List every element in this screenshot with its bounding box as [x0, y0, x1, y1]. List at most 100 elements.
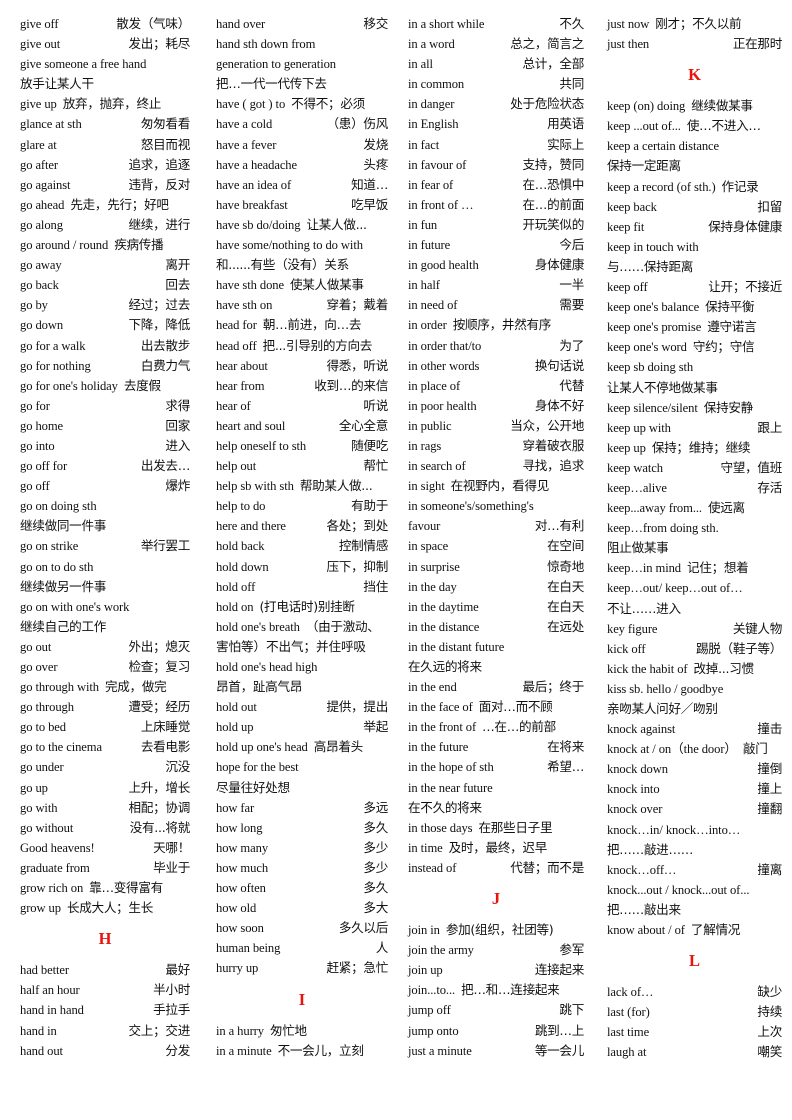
phrase-chinese: 放手让某人干	[20, 76, 94, 92]
phrase-entry: in need of 需要	[408, 295, 584, 315]
phrase-chinese: 对…有利	[534, 518, 584, 534]
phrase-chinese: 守约；守信	[692, 339, 755, 355]
phrase-entry: knock down 撞倒	[607, 759, 782, 779]
phrase-english: in all	[408, 57, 433, 72]
phrase-english: knock into	[607, 782, 660, 797]
phrase-english: go down	[20, 318, 64, 333]
phrase-entry: in the end 最后；终于	[408, 677, 584, 697]
phrase-english: knock…in/ knock…into…	[607, 822, 741, 837]
phrase-chinese: 违背，反对	[128, 176, 191, 192]
phrase-chinese: 缺少	[757, 984, 782, 1000]
phrase-chinese: 等一会儿	[534, 1042, 584, 1058]
phrase-entry: Good heavens! 天哪！	[20, 838, 190, 858]
phrase-entry: in the future 在将来	[408, 737, 584, 757]
phrase-english: give off	[20, 17, 59, 31]
phrase-english: jump off	[408, 1003, 451, 1018]
phrase-chinese: 在远处	[547, 618, 584, 634]
phrase-entry: go off for 出发去…	[20, 456, 190, 476]
phrase-chinese: 最好	[165, 962, 190, 978]
phrase-entry: keep silence/silent 保持安静	[607, 398, 782, 418]
phrase-chinese: 阻止做某事	[607, 540, 669, 556]
phrase-english: go with	[20, 800, 58, 815]
phrase-chinese: 刚才；不久以前	[655, 16, 742, 31]
phrase-chinese: 当众，公开地	[510, 417, 584, 433]
phrase-entry: go around / round 疾病传播	[20, 235, 190, 255]
phrase-entry: go for nothing 白费力气	[20, 356, 190, 376]
phrase-chinese: 散发（气味）	[116, 16, 190, 31]
phrase-entry: in place of 代替	[408, 376, 584, 396]
phrase-chinese: 天哪！	[153, 839, 190, 855]
phrase-english: last time	[607, 1025, 650, 1040]
phrase-chinese: 匆匆看看	[140, 116, 190, 132]
phrase-chinese: 存活	[757, 479, 782, 495]
phrase-entry: in surprise 惊奇地	[408, 557, 584, 577]
phrase-entry: keep a record (of sth.) 作记录	[607, 177, 782, 197]
phrase-english: help out	[216, 459, 257, 474]
phrase-english: how soon	[216, 921, 264, 936]
phrase-entry: heart and soul 全心全意	[216, 416, 388, 436]
phrase-entry: kiss sb. hello / goodbye 亲吻某人问好／吻别	[607, 679, 782, 719]
phrase-entry: have some/nothing to do with 和......有些（没有…	[216, 235, 388, 275]
phrase-chinese: 头疼	[363, 156, 388, 172]
phrase-entry: in public 当众，公开地	[408, 416, 584, 436]
phrase-english: in those days	[408, 820, 473, 835]
phrase-english: keep watch	[607, 460, 663, 475]
phrase-chinese: 帮忙	[363, 458, 388, 474]
phrase-entry: give out 发出；耗尽	[20, 34, 190, 54]
phrase-english: go back	[20, 278, 59, 293]
phrase-entry: last time 上次	[607, 1022, 782, 1042]
phrase-chinese: 进入	[165, 437, 190, 453]
phrase-chinese: 帮助某人做...	[299, 478, 373, 494]
phrase-english: head off	[216, 338, 257, 353]
phrase-entry: have a headache 头疼	[216, 155, 388, 175]
phrase-english: here and there	[216, 519, 286, 534]
phrase-entry: in front of … 在…的前面	[408, 195, 584, 215]
phrase-english: keep off	[607, 280, 648, 295]
phrase-chinese: 保持安静	[703, 399, 753, 415]
letter-heading-h: H	[98, 929, 112, 949]
phrase-chinese: 按顺序，井然有序	[452, 317, 552, 333]
phrase-english: hand in hand	[20, 1003, 84, 1018]
phrase-english: jump onto	[408, 1023, 459, 1038]
phrase-english: go over	[20, 660, 58, 674]
phrase-english: in order that/to	[408, 338, 482, 353]
phrase-entry: help out 帮忙	[216, 456, 388, 476]
phrase-english: join the army	[408, 943, 474, 958]
phrase-english: in the daytime	[408, 599, 479, 614]
phrase-chinese: 下降，降低	[128, 317, 191, 333]
phrase-chinese: 继续做某事	[691, 98, 753, 114]
phrase-english: keep one's word	[607, 340, 687, 355]
phrase-english: knock down	[607, 762, 668, 777]
phrase-english: laugh at	[607, 1045, 647, 1060]
phrase-english: in sight	[408, 479, 445, 494]
phrase-chinese: 爆炸	[165, 478, 190, 494]
phrase-entry: hope for the best 尽量往好处想	[216, 757, 388, 797]
phrase-english: in the distant future	[408, 639, 505, 654]
phrase-english: Good heavens!	[20, 840, 95, 855]
phrase-english: keep…out/ keep…out of…	[607, 581, 743, 596]
phrase-entry: kick off 踢脱（鞋子等）	[607, 639, 782, 659]
phrase-english: go off for	[20, 459, 68, 474]
phrase-entry: join the army 参军	[408, 940, 584, 960]
phrase-entry: have a cold （患）伤风	[216, 114, 388, 134]
phrase-english: keep a record (of sth.)	[607, 179, 716, 194]
phrase-entry: keep sb doing sth 让某人不停地做某事	[607, 357, 782, 397]
phrase-entry: hurry up 赶紧；急忙	[216, 958, 388, 978]
phrase-entry: head off 把...引导别的方向去	[216, 336, 388, 356]
phrase-chinese: 亲吻某人问好／吻别	[607, 701, 718, 716]
phrase-english: hold up	[216, 720, 254, 735]
phrase-entry: just then 正在那时	[607, 34, 782, 54]
phrase-chinese: 把…和…连接起来	[461, 982, 560, 998]
phrase-english: just now	[607, 17, 650, 31]
phrase-english: half an hour	[20, 983, 80, 998]
phrase-chinese: 手拉手	[153, 1002, 190, 1018]
phrase-english: had better	[20, 963, 69, 978]
phrase-english: grow up	[20, 901, 61, 916]
phrase-entry: glance at sth 匆匆看看	[20, 114, 190, 134]
phrase-entry: keep (on) doing 继续做某事	[607, 96, 782, 116]
phrase-chinese: 知道…	[351, 176, 388, 192]
phrase-entry: in the front of …在…的前部	[408, 717, 584, 737]
phrase-chinese: 多久	[363, 880, 388, 896]
phrase-english: hand out	[20, 1043, 63, 1058]
phrase-chinese: 保持身体健康	[708, 218, 782, 234]
